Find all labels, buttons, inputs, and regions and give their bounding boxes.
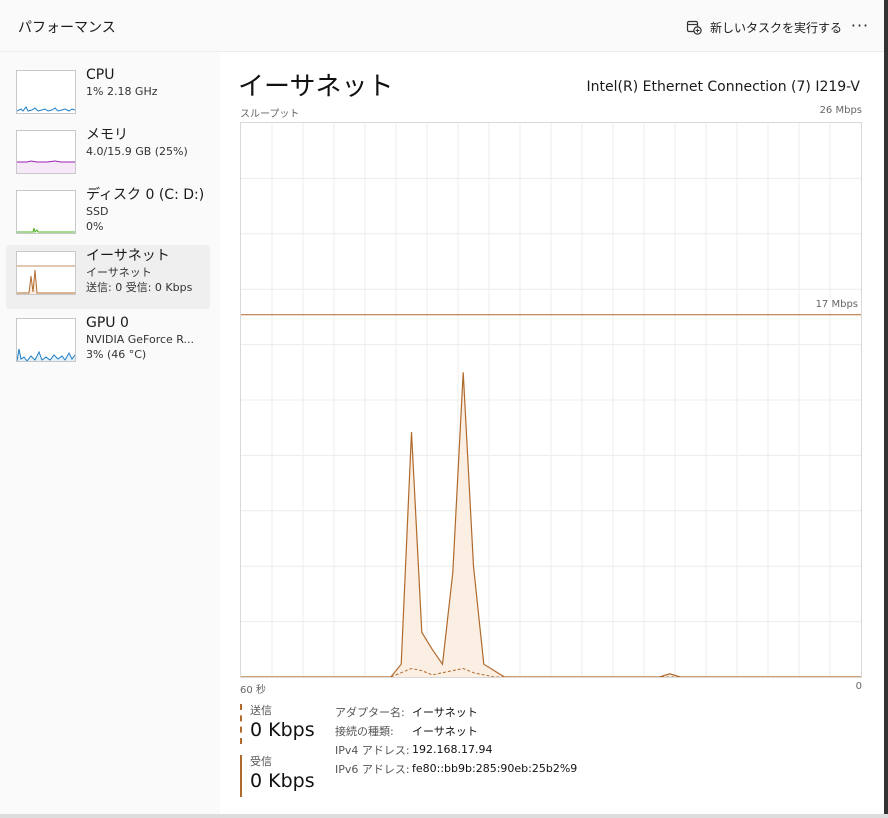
window-edge-bottom: [0, 814, 888, 818]
page-heading: イーサネット: [238, 72, 394, 102]
run-new-task-button[interactable]: 新しいタスクを実行する: [686, 16, 842, 38]
reference-line-label: 17 Mbps: [813, 299, 860, 310]
disk-thumbnail-graph: [16, 190, 76, 234]
new-task-icon: [686, 20, 702, 35]
title-bar: パフォーマンス 新しいタスクを実行する ···: [0, 0, 884, 52]
sidebar-item-gpu[interactable]: GPU 0 NVIDIA GeForce R... 3% (46 °C): [6, 312, 210, 376]
sidebar-item-ethernet-title: イーサネット: [86, 248, 170, 264]
throughput-chart-svg: [241, 123, 861, 677]
sidebar-item-gpu-usage: 3% (46 °C): [86, 348, 147, 361]
x-axis-left-label: 60 秒: [240, 685, 266, 696]
window-edge-right: [884, 0, 888, 818]
info-row: 接続の種類: イーサネット: [335, 721, 577, 740]
info-value: 192.168.17.94: [412, 743, 493, 756]
info-row: IPv6 アドレス: fe80::bb9b:285:90eb:25b2%9: [335, 759, 577, 778]
run-new-task-label: 新しいタスクを実行する: [710, 20, 843, 35]
receive-title: 受信: [250, 755, 272, 768]
receive-legend: 受信 0 Kbps: [240, 755, 315, 797]
sidebar-item-cpu[interactable]: CPU 1% 2.18 GHz: [6, 64, 210, 128]
throughput-chart: [240, 122, 862, 678]
info-value: イーサネット: [412, 705, 478, 719]
x-axis-right-label: 0: [855, 681, 862, 692]
info-value: イーサネット: [412, 724, 478, 738]
max-scale-label: 26 Mbps: [819, 105, 862, 116]
page-title: パフォーマンス: [18, 20, 116, 36]
info-row: IPv4 アドレス: 192.168.17.94: [335, 740, 577, 759]
info-key: IPv4 アドレス:: [335, 743, 410, 757]
main-panel: イーサネット Intel(R) Ethernet Connection (7) …: [220, 52, 884, 816]
ethernet-thumbnail-graph: [16, 251, 76, 295]
throughput-label: スループット: [240, 109, 300, 120]
sidebar-item-gpu-model: NVIDIA GeForce R...: [86, 333, 195, 346]
adapter-model: Intel(R) Ethernet Connection (7) I219-V: [586, 79, 860, 95]
sidebar-item-disk[interactable]: ディスク 0 (C: D:) SSD 0%: [6, 184, 210, 248]
sidebar-item-cpu-title: CPU: [86, 67, 115, 83]
send-title: 送信: [250, 704, 272, 717]
info-key: 接続の種類:: [335, 724, 394, 738]
sidebar-item-gpu-title: GPU 0: [86, 315, 129, 331]
sidebar-item-memory-title: メモリ: [86, 127, 128, 143]
send-legend: 送信 0 Kbps: [240, 704, 315, 744]
sidebar-item-memory[interactable]: メモリ 4.0/15.9 GB (25%): [6, 124, 210, 188]
memory-thumbnail-graph: [16, 130, 76, 174]
sidebar-item-disk-title: ディスク 0 (C: D:): [86, 187, 205, 203]
sidebar-item-memory-usage: 4.0/15.9 GB (25%): [86, 145, 188, 158]
adapter-info: アダプター名: イーサネット 接続の種類: イーサネット IPv4 アドレス: …: [335, 702, 577, 778]
sidebar-item-ethernet-rate: 送信: 0 受信: 0 Kbps: [86, 281, 193, 294]
receive-value: 0 Kbps: [250, 770, 315, 792]
info-value: fe80::bb9b:285:90eb:25b2%9: [412, 762, 578, 775]
sidebar-item-disk-type: SSD: [86, 205, 109, 218]
sidebar-item-ethernet-name: イーサネット: [86, 266, 152, 279]
sidebar-item-ethernet[interactable]: イーサネット イーサネット 送信: 0 受信: 0 Kbps: [6, 245, 210, 309]
info-key: アダプター名:: [335, 705, 405, 719]
gpu-thumbnail-graph: [16, 318, 76, 362]
sidebar: CPU 1% 2.18 GHz メモリ 4.0/15.9 GB (25%) ディ…: [0, 52, 220, 818]
sidebar-item-cpu-usage: 1% 2.18 GHz: [86, 85, 158, 98]
send-value: 0 Kbps: [250, 719, 315, 741]
sidebar-item-disk-usage: 0%: [86, 220, 104, 233]
more-options-icon[interactable]: ···: [848, 14, 872, 38]
info-row: アダプター名: イーサネット: [335, 702, 577, 721]
cpu-thumbnail-graph: [16, 70, 76, 114]
info-key: IPv6 アドレス:: [335, 762, 410, 776]
